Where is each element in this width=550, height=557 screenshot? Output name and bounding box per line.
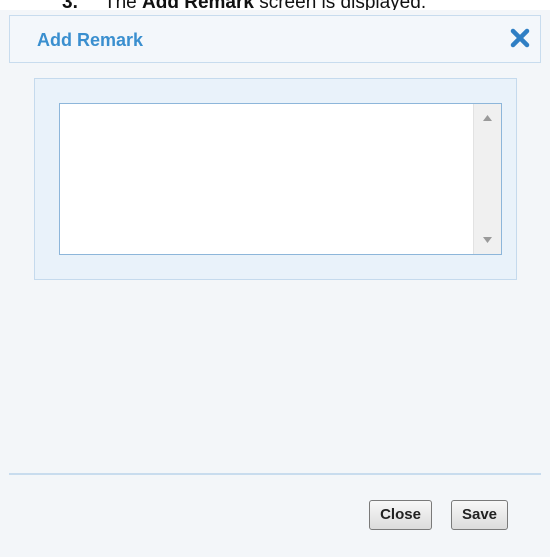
- add-remark-dialog: Add Remark Close Save: [0, 10, 550, 557]
- textarea-scrollbar[interactable]: [473, 104, 501, 254]
- close-button[interactable]: Close: [369, 500, 432, 530]
- save-button[interactable]: Save: [451, 500, 508, 530]
- scroll-down-arrow-icon[interactable]: [474, 228, 501, 254]
- scroll-up-arrow-icon[interactable]: [474, 104, 501, 130]
- close-x-icon[interactable]: [508, 26, 532, 50]
- footer-divider: [9, 473, 541, 475]
- remark-textarea-frame: [59, 103, 502, 255]
- dialog-titlebar: Add Remark: [9, 15, 541, 63]
- dialog-title: Add Remark: [37, 30, 144, 50]
- remark-panel: [34, 78, 517, 280]
- remark-textarea[interactable]: [60, 104, 470, 254]
